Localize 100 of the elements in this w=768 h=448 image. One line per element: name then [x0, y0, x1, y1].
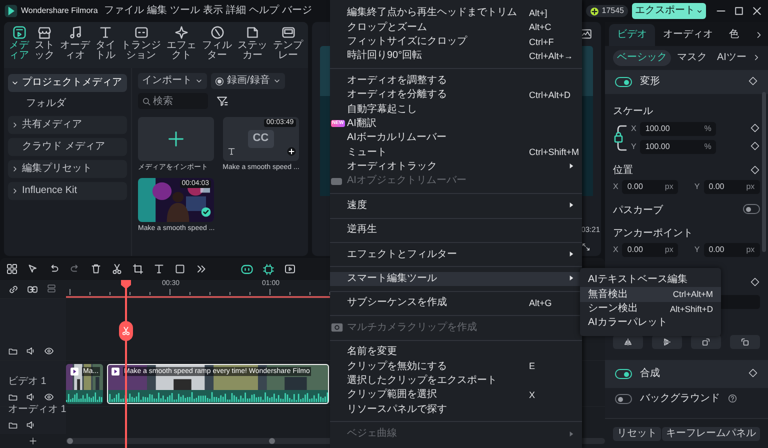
media-tab[interactable]: エフェクト [166, 25, 196, 61]
sub-tab[interactable]: ベーシック [613, 50, 671, 66]
eye-icon[interactable] [44, 346, 54, 356]
media-tab[interactable]: ステッカー [238, 25, 268, 61]
toggle-switch[interactable] [743, 204, 760, 214]
double-chevron-icon[interactable] [195, 262, 207, 275]
menu-item[interactable]: バージ [282, 5, 312, 17]
panel-button[interactable]: キーフレームパネル [662, 426, 760, 440]
menu-item[interactable]: 編集終了点から再生ヘッドまでトリム Alt+] [330, 6, 582, 20]
sub-tab[interactable]: AIツー [713, 50, 750, 66]
folder-icon[interactable] [8, 346, 18, 356]
menu-item[interactable]: オーディオトラック [330, 160, 582, 174]
media-tab[interactable]: ストック [34, 25, 54, 61]
text-icon[interactable] [153, 262, 165, 275]
toggle-switch[interactable] [615, 77, 632, 87]
robot-icon[interactable] [240, 262, 254, 276]
import-dropdown[interactable]: インポート [138, 73, 207, 89]
menu-item[interactable]: サブシーケンスを作成 Alt+G [330, 296, 582, 311]
resize-icon[interactable] [581, 242, 591, 252]
speaker-icon[interactable] [26, 392, 36, 402]
record-dropdown[interactable]: 録画/録音 [211, 73, 285, 89]
rotate-right-button[interactable] [691, 335, 721, 349]
pointer-icon[interactable] [27, 262, 39, 275]
number-field[interactable]: 0.00 px [704, 180, 760, 194]
add-icon[interactable] [286, 146, 296, 156]
help-icon[interactable] [728, 394, 737, 403]
menu-item[interactable]: 速度 [330, 198, 582, 214]
keyframe-diamond-icon[interactable] [750, 165, 760, 176]
folder-icon[interactable] [8, 420, 18, 430]
menu-item[interactable]: 名前を変更 [330, 345, 582, 360]
filter-icon[interactable] [216, 95, 228, 107]
menu-item[interactable]: 逆再生 [330, 223, 582, 238]
sidebar-item[interactable]: プロジェクトメディア [8, 74, 127, 92]
sidebar-item[interactable]: クラウド メディア [8, 138, 127, 156]
menu-item[interactable]: スマート編集ツール [330, 272, 582, 286]
media-tab[interactable]: オーディオ [60, 25, 90, 61]
panel-tab[interactable]: ビデオ [609, 24, 655, 46]
scissors-icon[interactable] [111, 262, 123, 275]
grid-icon[interactable] [6, 262, 18, 275]
keyframe-diamond-icon[interactable] [748, 76, 758, 86]
menu-item[interactable]: 時計回り90°回転 Ctrl+Alt+→ [330, 49, 582, 64]
menu-item[interactable]: リソースパネルで探す [330, 402, 582, 417]
keyframe-diamond-icon[interactable] [748, 368, 758, 378]
media-tab[interactable]: メディア [9, 25, 29, 61]
close-icon[interactable] [750, 5, 764, 17]
play-frame-icon[interactable] [284, 262, 296, 275]
number-field[interactable]: 100.00 % [640, 140, 716, 154]
flip-horizontal-button[interactable] [652, 335, 682, 349]
folder-icon[interactable] [8, 392, 18, 402]
menu-item[interactable]: 選択したクリップをエクスポート [330, 374, 582, 388]
menu-item[interactable]: クリップを無効にする E [330, 359, 582, 374]
sub-tab[interactable]: マスク [673, 50, 711, 66]
search-field[interactable]: 検索 [138, 93, 208, 109]
plus-icon[interactable] [29, 437, 37, 445]
menu-item[interactable]: オーディオを調整する [330, 74, 582, 88]
menu-item[interactable]: 表示 [202, 5, 223, 17]
eye-icon[interactable] [44, 392, 54, 402]
number-field[interactable]: 0.00 px [622, 243, 678, 257]
maximize-icon[interactable] [732, 5, 746, 17]
menu-item[interactable]: オーディオを分離する Ctrl+Alt+D [330, 88, 582, 102]
import-media-tile[interactable] [138, 117, 214, 161]
number-field[interactable]: 100.00 % [640, 122, 716, 136]
vertical-scrollbar[interactable] [762, 92, 766, 252]
menu-item[interactable]: 無音検出 Ctrl+Alt+M [580, 287, 721, 302]
frame-icon[interactable] [174, 262, 186, 275]
media-tab[interactable]: タイトル [96, 25, 116, 61]
number-field[interactable]: 0.00 px [704, 243, 760, 257]
scope-icon[interactable] [579, 28, 593, 40]
rotate-left-button[interactable] [730, 335, 760, 349]
sidebar-item[interactable]: フォルダ [8, 96, 127, 112]
menu-item[interactable]: クロップとズーム Alt+C [330, 20, 582, 35]
link-icon[interactable] [8, 284, 19, 294]
menu-item[interactable]: 詳細 [226, 5, 246, 17]
trash-icon[interactable] [90, 262, 102, 275]
credits-pill[interactable]: 17545 [586, 5, 628, 17]
media-tab[interactable]: フィルター [202, 25, 232, 61]
menu-item[interactable]: AIカラーパレット [580, 316, 721, 331]
chip-icon[interactable] [262, 262, 275, 276]
sidebar-item[interactable]: Influence Kit [8, 182, 127, 200]
menu-item[interactable]: ツール [170, 5, 200, 17]
menu-item[interactable]: 編集 [146, 5, 167, 17]
link-box-icon[interactable] [27, 284, 38, 294]
panel-button[interactable]: リセット [613, 426, 661, 440]
panel-tab[interactable]: オーディオ [655, 24, 721, 46]
menu-item[interactable]: クリップ範囲を選択 X [330, 388, 582, 403]
menu-item[interactable]: 自動字幕起こし [330, 102, 582, 117]
menu-item[interactable]: AIテキストベース編集 [580, 273, 721, 288]
menu-item[interactable]: ヘルプ [248, 5, 279, 17]
sidebar-item[interactable]: 編集プリセット [8, 160, 127, 178]
toggle-switch[interactable] [615, 394, 632, 404]
speaker-icon[interactable] [26, 420, 36, 430]
menu-item[interactable]: ミュート Ctrl+Shift+M [330, 146, 582, 160]
keyframe-diamond-icon[interactable] [750, 141, 760, 152]
menu-item[interactable]: AIボーカルリムーバー [330, 131, 582, 146]
media-tab[interactable]: テンプレー [273, 25, 303, 61]
menu-item[interactable]: ファイル [104, 5, 144, 17]
menu-item[interactable]: フィットサイズにクロップ Ctrl+F [330, 34, 582, 50]
media-tab[interactable]: トランジション [121, 25, 161, 61]
sidebar-item[interactable]: 共有メディア [8, 116, 127, 134]
layers-icon[interactable] [46, 282, 57, 294]
